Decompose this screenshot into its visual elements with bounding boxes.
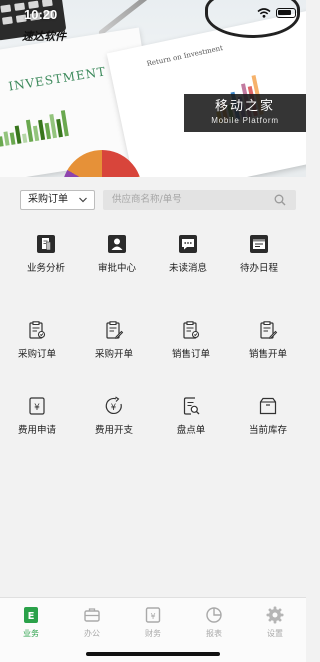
grid-item-expense-request[interactable]: ¥ 费用申请 [2,396,72,436]
grid-item-label: 采购开单 [94,349,133,360]
grid-item-sales-order[interactable]: 销售订单 [156,320,226,360]
purchase-billing-icon [106,321,124,339]
tab-settings[interactable]: 设置 [250,606,300,639]
gear-icon [266,606,284,624]
home-indicator [86,652,220,656]
tab-label: 业务 [23,629,39,638]
pie-chart-icon [206,607,222,623]
grid-item-label: 审批中心 [97,263,136,274]
tab-label: 报表 [206,629,222,638]
grid-item-purchase-billing[interactable]: 采购开单 [79,320,149,360]
document-type-select[interactable]: 采购订单 [20,190,95,210]
unread-message-icon [179,235,197,253]
approval-center-icon [108,235,126,253]
briefcase-icon [84,608,100,622]
tab-business[interactable]: E 业务 [6,606,56,639]
grid-item-label: 采购订单 [17,349,56,360]
grid-item-label: 盘点单 [176,425,206,436]
grid-item-sales-billing[interactable]: 销售开单 [233,320,303,360]
grid-item-label: 待办日程 [239,263,278,274]
search-row: 采购订单 供应商名称/单号 [20,190,296,210]
grid-item-unread-messages[interactable]: 未读消息 [153,234,223,274]
tab-office[interactable]: 办公 [67,606,117,639]
search-placeholder: 供应商名称/单号 [112,194,182,205]
wifi-icon [257,8,271,18]
search-input[interactable]: 供应商名称/单号 [103,190,296,210]
grid-item-business-analysis[interactable]: 业务分析 [11,234,81,274]
brand-logo-text: 速达软件 [22,30,66,43]
business-tab-icon: E [24,607,38,623]
document-type-value: 采购订单 [28,194,68,205]
grid-item-purchase-order[interactable]: 采购订单 [2,320,72,360]
tab-finance[interactable]: ¥ 财务 [128,606,178,639]
sales-order-icon [183,321,200,339]
svg-text:¥: ¥ [111,403,117,413]
grid-item-label: 销售订单 [171,349,210,360]
svg-text:E: E [28,611,35,622]
grid-item-approval-center[interactable]: 审批中心 [82,234,152,274]
grid-item-label: 未读消息 [168,263,207,274]
grid-item-label: 业务分析 [26,263,65,274]
current-stock-icon [259,397,277,415]
hero-banner: INVESTMENT Return on Investment 10:20 速达… [0,0,306,177]
search-icon[interactable] [274,194,286,206]
grid-item-label: 费用申请 [17,425,56,436]
expense-payment-icon: ¥ [105,396,122,415]
grid-item-label: 销售开单 [248,349,287,360]
overlay-title: 移动之家 [214,99,275,114]
tab-label: 设置 [267,629,283,638]
grid-item-label: 当前库存 [248,425,287,436]
finance-icon: ¥ [145,607,161,623]
stocktake-icon [183,397,200,415]
sales-billing-icon [260,321,278,339]
tab-reports[interactable]: 报表 [189,606,239,639]
grid-item-label: 费用开支 [94,425,133,436]
purchase-order-icon [29,321,46,339]
grid-item-todo-schedule[interactable]: 待办日程 [224,234,294,274]
status-time: 10:20 [24,7,58,22]
chevron-down-icon [79,197,87,203]
business-analysis-icon [37,235,55,253]
platform-overlay: 移动之家 Mobile Platform [184,94,306,132]
status-indicators [257,8,296,18]
grid-item-expense-payment[interactable]: ¥ 费用开支 [79,396,149,436]
expense-request-icon: ¥ [29,397,45,415]
tab-label: 财务 [145,629,161,638]
overlay-subtitle: Mobile Platform [211,116,279,125]
svg-text:¥: ¥ [34,403,40,413]
todo-schedule-icon [250,235,268,253]
svg-text:¥: ¥ [150,612,155,621]
tab-label: 办公 [84,629,100,638]
grid-item-current-stock[interactable]: 当前库存 [233,396,303,436]
grid-item-stocktake[interactable]: 盘点单 [156,396,226,436]
battery-icon [276,8,296,18]
